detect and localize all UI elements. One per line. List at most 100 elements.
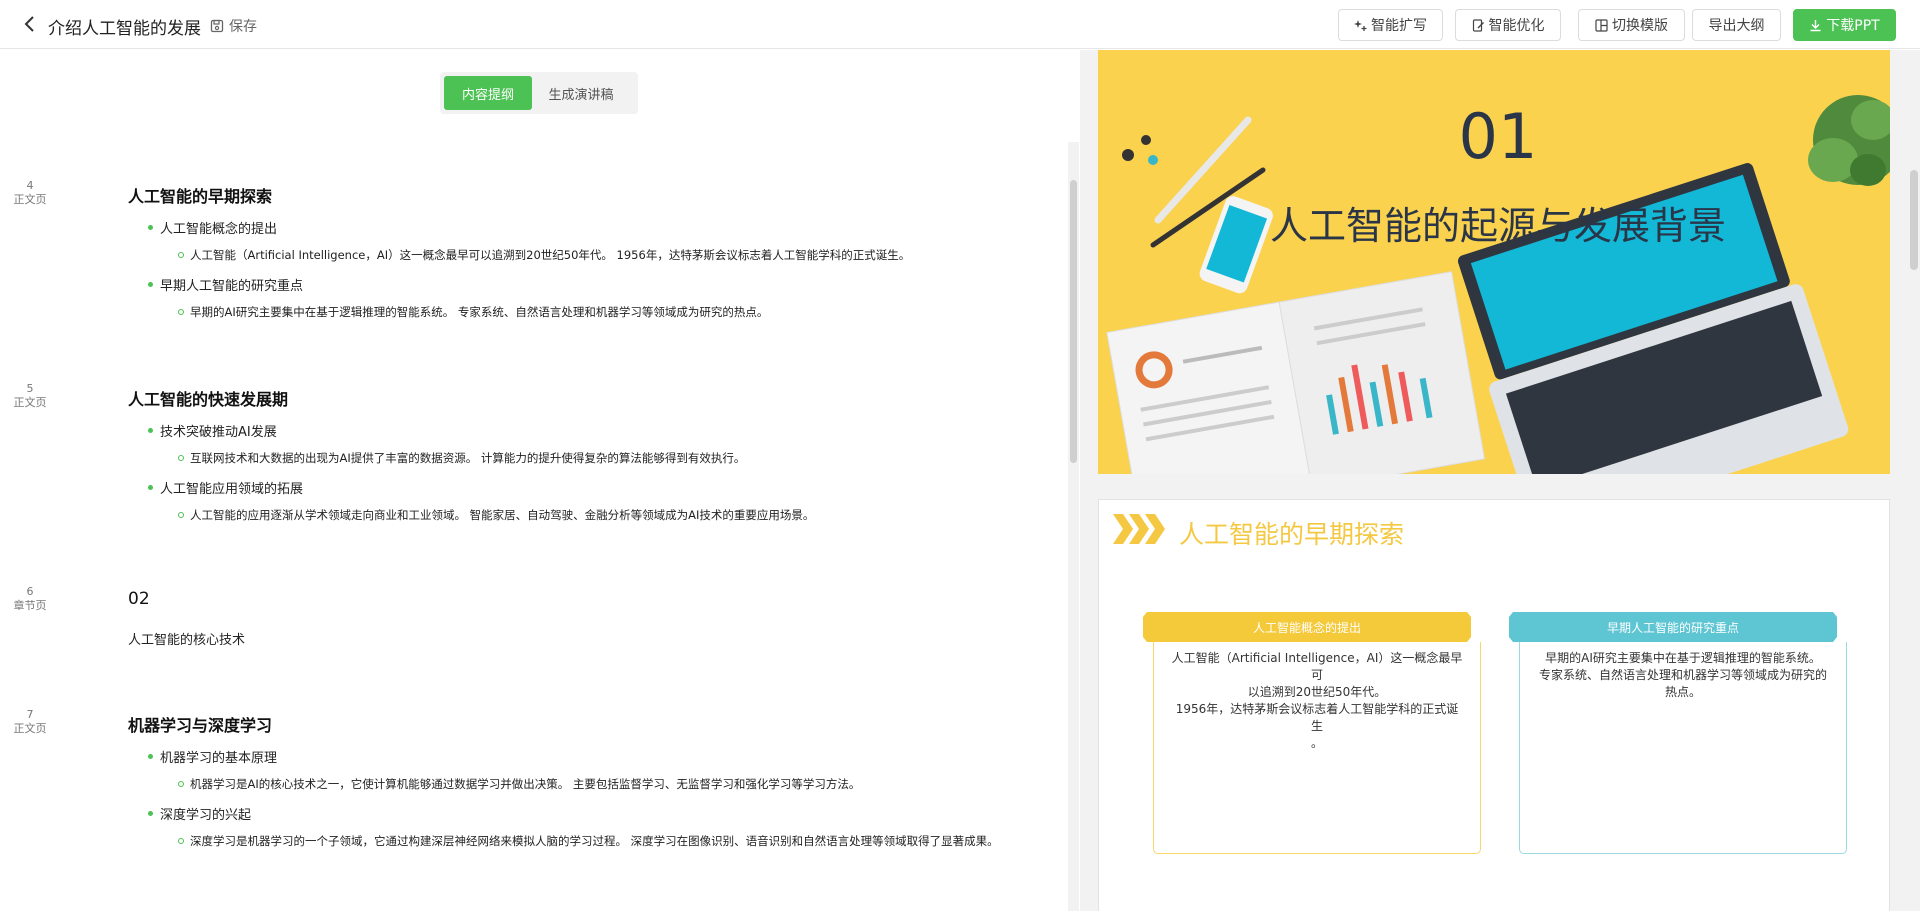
switch-template-button[interactable]: 切换模版 bbox=[1578, 9, 1685, 41]
page-marker: 4 正文页 bbox=[0, 179, 60, 207]
preview-pane: 01 人工智能的起源与发展背景 人工智能的早期探索 人工智能概念的提出 人工智能… bbox=[1080, 50, 1920, 911]
slide-card: 人工智能概念的提出 人工智能（Artificial Intelligence，A… bbox=[1143, 612, 1481, 862]
page-number: 7 bbox=[26, 708, 34, 721]
bullet-ring bbox=[178, 781, 184, 787]
bullet-ring bbox=[178, 252, 184, 258]
page-type: 正文页 bbox=[13, 396, 47, 409]
chevron-arrows-icon bbox=[1113, 514, 1165, 544]
bullet-ring bbox=[178, 309, 184, 315]
bullet-dot bbox=[148, 811, 153, 816]
slide-card: 早期人工智能的研究重点 早期的AI研究主要集中在基于逻辑推理的智能系统。 专家系… bbox=[1509, 612, 1847, 862]
export-outline-button[interactable]: 导出大纲 bbox=[1692, 9, 1781, 41]
item-detail: 深度学习是机器学习的一个子领域，它通过构建深层神经网络来模拟人脑的学习过程。 深… bbox=[190, 834, 999, 848]
page-number: 5 bbox=[26, 382, 34, 395]
card-line: 早期的AI研究主要集中在基于逻辑推理的智能系统。 bbox=[1545, 651, 1821, 665]
smart-optimize-button[interactable]: 智能优化 bbox=[1455, 9, 1561, 41]
slide-preview-cover[interactable]: 01 人工智能的起源与发展背景 bbox=[1098, 50, 1890, 474]
slide-cover-title: 人工智能的起源与发展背景 bbox=[1269, 204, 1726, 248]
page-marker: 5 正文页 bbox=[0, 382, 60, 410]
card-line: 热点。 bbox=[1664, 685, 1701, 699]
section-title[interactable]: 机器学习与深度学习 bbox=[128, 712, 272, 736]
item-detail: 机器学习是AI的核心技术之一，它使计算机能够通过数据学习并做出决策。 主要包括监… bbox=[190, 777, 861, 791]
bullet-dot bbox=[148, 225, 153, 230]
outline-subitem[interactable]: 人工智能的应用逐渐从学术领域走向商业和工业领域。 智能家居、自动驾驶、金融分析等… bbox=[178, 507, 814, 523]
item-heading: 人工智能概念的提出 bbox=[160, 222, 278, 237]
page-type: 正文页 bbox=[13, 193, 47, 206]
section-title[interactable]: 人工智能的快速发展期 bbox=[128, 386, 288, 410]
save-icon bbox=[210, 19, 224, 33]
download-icon bbox=[1810, 19, 1821, 31]
chevron-left-icon bbox=[24, 16, 34, 32]
outline-subitem[interactable]: 人工智能（Artificial Intelligence，AI）这一概念最早可以… bbox=[178, 247, 910, 263]
card-line: 专家系统、自然语言处理和机器学习等领域成为研究的 bbox=[1538, 668, 1827, 682]
chapter-subtitle[interactable]: 人工智能的核心技术 bbox=[128, 629, 245, 648]
bullet-ring bbox=[178, 512, 184, 518]
outline-item[interactable]: 人工智能概念的提出 bbox=[148, 218, 277, 237]
edit-doc-icon bbox=[1472, 18, 1484, 32]
item-detail: 人工智能（Artificial Intelligence，AI）这一概念最早可以… bbox=[190, 248, 911, 262]
page-type: 正文页 bbox=[13, 722, 47, 735]
slide-card-body: 早期的AI研究主要集中在基于逻辑推理的智能系统。 专家系统、自然语言处理和机器学… bbox=[1519, 642, 1847, 854]
outline-subitem[interactable]: 早期的AI研究主要集中在基于逻辑推理的智能系统。 专家系统、自然语言处理和机器学… bbox=[178, 304, 768, 320]
tab-speech[interactable]: 生成演讲稿 bbox=[532, 76, 630, 110]
page-marker: 6 章节页 bbox=[0, 585, 60, 613]
back-button[interactable] bbox=[22, 14, 38, 34]
bullet-dot bbox=[148, 754, 153, 759]
layout-icon bbox=[1595, 18, 1608, 32]
slide-card-title: 早期人工智能的研究重点 bbox=[1509, 612, 1837, 642]
top-bar: 介绍人工智能的发展 保存 智能扩写 智能优化 切换模版 导出大纲 下载PPT bbox=[0, 0, 1920, 49]
sparkle-plus-icon bbox=[1354, 19, 1367, 31]
document-title[interactable]: 介绍人工智能的发展 bbox=[48, 14, 201, 39]
bullet-dot bbox=[148, 282, 153, 287]
bullet-dot bbox=[148, 428, 153, 433]
outline-pane: 内容提纲 生成演讲稿 4 正文页 人工智能的早期探索 人工智能概念的提出 人工智… bbox=[0, 50, 1068, 911]
view-tabs: 内容提纲 生成演讲稿 bbox=[440, 72, 638, 114]
slide-card-body: 人工智能（Artificial Intelligence，AI）这一概念最早可 … bbox=[1153, 642, 1481, 854]
slide-card-title: 人工智能概念的提出 bbox=[1143, 612, 1471, 642]
outline-item[interactable]: 深度学习的兴起 bbox=[148, 804, 251, 823]
item-heading: 深度学习的兴起 bbox=[160, 808, 252, 823]
slide-content-title: 人工智能的早期探索 bbox=[1179, 520, 1405, 549]
page-type: 章节页 bbox=[13, 599, 47, 612]
slide-cover-number: 01 bbox=[1458, 100, 1538, 173]
page-marker: 7 正文页 bbox=[0, 708, 60, 736]
item-detail: 人工智能的应用逐渐从学术领域走向商业和工业领域。 智能家居、自动驾驶、金融分析等… bbox=[190, 508, 815, 522]
item-heading: 机器学习的基本原理 bbox=[160, 751, 278, 766]
item-detail: 互联网技术和大数据的出现为AI提供了丰富的数据资源。 计算能力的提升使得复杂的算… bbox=[190, 451, 746, 465]
section-title[interactable]: 人工智能的早期探索 bbox=[128, 183, 272, 207]
item-heading: 早期人工智能的研究重点 bbox=[160, 279, 304, 294]
outline-item[interactable]: 技术突破推动AI发展 bbox=[148, 421, 277, 440]
card-line: 。 bbox=[1310, 736, 1323, 750]
switch-template-label: 切换模版 bbox=[1612, 18, 1668, 34]
download-ppt-button[interactable]: 下载PPT bbox=[1793, 9, 1896, 41]
item-detail: 早期的AI研究主要集中在基于逻辑推理的智能系统。 专家系统、自然语言处理和机器学… bbox=[190, 305, 769, 319]
outline-subitem[interactable]: 机器学习是AI的核心技术之一，它使计算机能够通过数据学习并做出决策。 主要包括监… bbox=[178, 776, 860, 792]
card-line: 1956年，达特茅斯会议标志着人工智能学科的正式诞生 bbox=[1175, 702, 1459, 733]
card-line: 人工智能（Artificial Intelligence，AI）这一概念最早可 bbox=[1171, 651, 1463, 682]
save-label: 保存 bbox=[229, 19, 257, 35]
save-button[interactable]: 保存 bbox=[210, 16, 257, 36]
chapter-number[interactable]: 02 bbox=[128, 589, 150, 609]
outline-scrollbar-thumb[interactable] bbox=[1070, 180, 1077, 463]
bullet-dot bbox=[148, 485, 153, 490]
item-heading: 技术突破推动AI发展 bbox=[160, 425, 277, 440]
bullet-ring bbox=[178, 838, 184, 844]
page-number: 6 bbox=[26, 585, 34, 598]
preview-scrollbar-thumb[interactable] bbox=[1910, 170, 1918, 270]
smart-optimize-label: 智能优化 bbox=[1488, 18, 1545, 34]
export-outline-label: 导出大纲 bbox=[1708, 18, 1765, 34]
slide-preview-content[interactable]: 人工智能的早期探索 人工智能概念的提出 人工智能（Artificial Inte… bbox=[1098, 499, 1890, 911]
outline-item[interactable]: 早期人工智能的研究重点 bbox=[148, 275, 303, 294]
smart-expand-label: 智能扩写 bbox=[1371, 18, 1427, 34]
item-heading: 人工智能应用领域的拓展 bbox=[160, 482, 304, 497]
outline-subitem[interactable]: 互联网技术和大数据的出现为AI提供了丰富的数据资源。 计算能力的提升使得复杂的算… bbox=[178, 450, 745, 466]
outline-subitem[interactable]: 深度学习是机器学习的一个子领域，它通过构建深层神经网络来模拟人脑的学习过程。 深… bbox=[178, 833, 999, 849]
card-line: 以追溯到20世纪50年代。 bbox=[1247, 685, 1387, 699]
bullet-ring bbox=[178, 455, 184, 461]
smart-expand-button[interactable]: 智能扩写 bbox=[1338, 9, 1443, 41]
outline-item[interactable]: 人工智能应用领域的拓展 bbox=[148, 478, 303, 497]
tab-outline[interactable]: 内容提纲 bbox=[444, 76, 532, 110]
download-ppt-label: 下载PPT bbox=[1826, 18, 1880, 34]
page-number: 4 bbox=[26, 179, 34, 192]
outline-item[interactable]: 机器学习的基本原理 bbox=[148, 747, 277, 766]
